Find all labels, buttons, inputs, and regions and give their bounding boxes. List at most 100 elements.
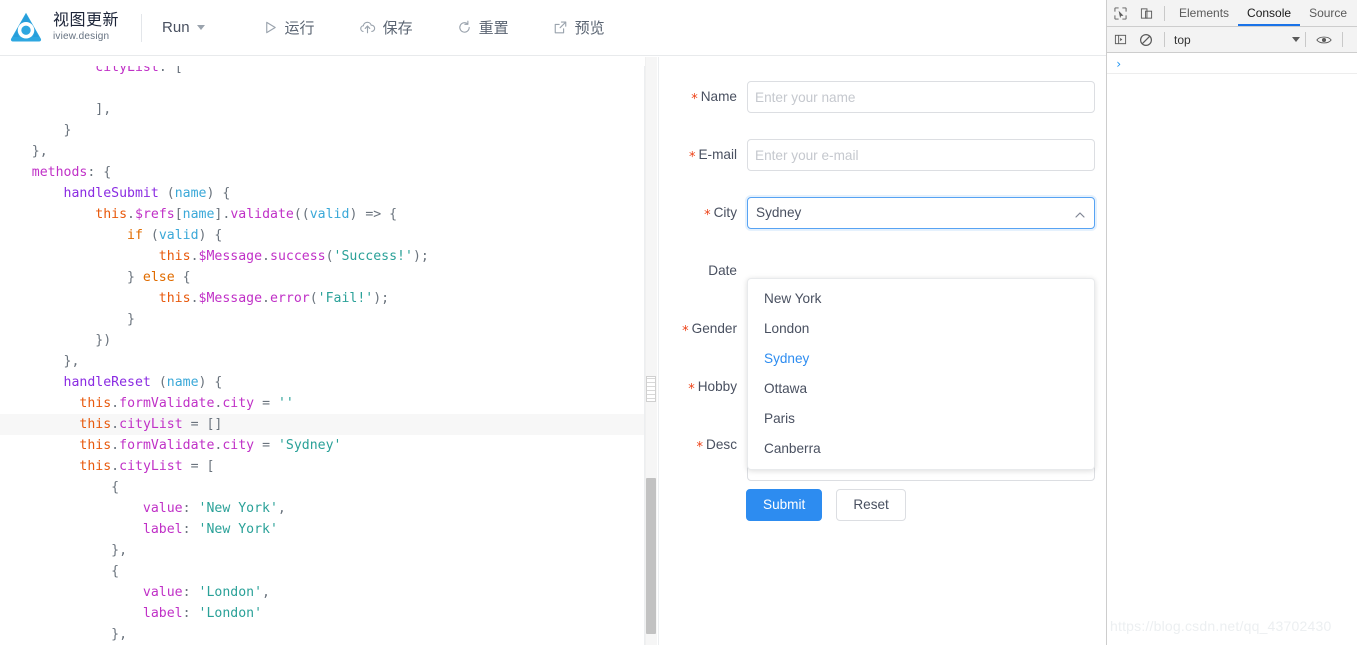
- iview-logo-icon: [10, 12, 42, 41]
- console-sidebar-toggle-button[interactable]: [1107, 27, 1133, 53]
- city-option[interactable]: Sydney: [748, 344, 1094, 374]
- field-city: Sydney: [747, 197, 1095, 229]
- label-email: * E-mail: [688, 147, 737, 165]
- label-hobby: * Hobby: [688, 379, 737, 397]
- city-select-value: Sydney: [756, 205, 802, 220]
- device-toggle-icon: [1140, 7, 1152, 19]
- reset-form-button[interactable]: Reset: [836, 489, 906, 521]
- code-line: this.cityList = []: [0, 414, 644, 435]
- tab-sources[interactable]: Source: [1300, 0, 1356, 26]
- console-toolbar-separator: [1164, 32, 1165, 47]
- required-star-icon: *: [704, 208, 711, 223]
- code-line: this.$refs[name].validate((valid) => {: [95, 207, 398, 222]
- email-input[interactable]: [747, 139, 1095, 171]
- code-line: this.cityList = [: [79, 459, 215, 474]
- live-expression-button[interactable]: [1311, 27, 1337, 53]
- editor-scrollbar-thumb[interactable]: [646, 478, 656, 634]
- inspect-cursor-icon: [1113, 6, 1127, 20]
- code-editor[interactable]: cityList: [ ], } }, methods: { handleSub…: [0, 57, 645, 645]
- clear-console-button[interactable]: [1133, 27, 1159, 53]
- required-star-icon: *: [691, 92, 698, 107]
- chevron-down-icon: [196, 25, 205, 30]
- app-root: 视图更新 iview.design Run 运行 保存 重置 预览 cityLi…: [0, 0, 1357, 645]
- console-output[interactable]: ›: [1107, 54, 1357, 645]
- toggle-device-toolbar-button[interactable]: [1133, 0, 1159, 26]
- clear-console-icon: [1139, 33, 1153, 46]
- preview-button[interactable]: 预览: [553, 17, 605, 38]
- city-option[interactable]: Paris: [748, 404, 1094, 434]
- run-mode-label: Run: [162, 19, 190, 36]
- app-header: 视图更新 iview.design Run 运行 保存 重置 预览: [0, 0, 1106, 56]
- city-option[interactable]: Canberra: [748, 434, 1094, 464]
- console-toolbar-separator-3: [1342, 32, 1343, 47]
- run-button[interactable]: 运行: [263, 17, 315, 38]
- eye-icon: [1316, 36, 1332, 43]
- code-line: {: [0, 480, 120, 495]
- code-line: },: [0, 627, 128, 642]
- refresh-icon: [458, 20, 470, 33]
- console-toolbar: top: [1107, 27, 1357, 53]
- brand-logo[interactable]: 视图更新 iview.design: [0, 10, 119, 46]
- upload-cloud-icon: [359, 21, 375, 34]
- required-star-icon: *: [696, 440, 704, 455]
- form-actions: Submit Reset: [746, 489, 906, 521]
- run-button-label: 运行: [284, 20, 315, 37]
- external-link-icon: [554, 21, 566, 34]
- city-select-dropdown[interactable]: New York London Sydney Ottawa Paris Canberra: [747, 278, 1095, 470]
- city-select[interactable]: Sydney: [747, 197, 1095, 229]
- reset-button-label: 重置: [478, 20, 509, 37]
- code-line: this.$Message.success('Success!');: [158, 249, 429, 264]
- editor-scrollbar-marker: [646, 376, 656, 402]
- label-name: * Name: [691, 89, 737, 107]
- code-line: label: 'London': [142, 606, 263, 621]
- brand-text: 视图更新 iview.design: [53, 12, 119, 43]
- code-line: ],: [0, 102, 112, 117]
- code-line: }): [0, 333, 112, 348]
- inspect-element-button[interactable]: [1107, 0, 1133, 26]
- code-line: } else {: [0, 270, 191, 285]
- header-divider: [141, 13, 143, 42]
- code-content: cityList: [ ], } }, methods: { handleSub…: [0, 57, 644, 645]
- code-line: this.formValidate.city = '': [79, 396, 294, 411]
- header-actions: 运行 保存 重置 预览: [263, 17, 649, 38]
- name-input[interactable]: [747, 81, 1095, 113]
- code-line: {: [0, 564, 120, 579]
- tab-console[interactable]: Console: [1238, 0, 1301, 26]
- code-line: this.formValidate.city = 'Sydney': [79, 438, 342, 453]
- required-star-icon: *: [688, 150, 696, 165]
- code-line: value: 'London',: [142, 585, 270, 600]
- console-context-selector[interactable]: top: [1174, 33, 1292, 47]
- code-line: handleReset (name) {: [63, 375, 223, 390]
- code-line: }: [0, 123, 72, 138]
- save-button-label: 保存: [382, 20, 413, 37]
- reset-button[interactable]: 重置: [457, 17, 509, 38]
- label-city: * City: [704, 205, 737, 223]
- devtools-panel: Elements Console Source top ›: [1106, 0, 1357, 645]
- code-line: }: [0, 312, 135, 327]
- code-line: handleSubmit (name) {: [63, 186, 231, 201]
- code-line: if (valid) {: [127, 228, 223, 243]
- submit-button[interactable]: Submit: [746, 489, 823, 521]
- chevron-down-icon[interactable]: [1292, 37, 1300, 42]
- play-icon: [265, 21, 276, 34]
- label-gender: * Gender: [682, 321, 737, 339]
- save-button[interactable]: 保存: [359, 17, 413, 38]
- city-option[interactable]: London: [748, 314, 1094, 344]
- tab-elements[interactable]: Elements: [1170, 0, 1238, 26]
- code-line: this.$Message.error('Fail!');: [158, 291, 390, 306]
- console-prompt-row[interactable]: ›: [1107, 54, 1357, 74]
- run-mode-dropdown[interactable]: Run: [160, 15, 207, 40]
- devtools-toolbar-separator: [1164, 5, 1165, 21]
- console-prompt-arrow-icon: ›: [1115, 56, 1123, 71]
- code-line: },: [0, 354, 80, 369]
- label-date: Date: [708, 263, 737, 278]
- devtools-tabbar: Elements Console Source: [1107, 0, 1357, 27]
- city-option[interactable]: New York: [748, 284, 1094, 314]
- editor-top-clip: [0, 57, 645, 66]
- city-option[interactable]: Ottawa: [748, 374, 1094, 404]
- chevron-up-icon: [1075, 212, 1085, 218]
- code-line: label: 'New York': [142, 522, 278, 537]
- field-name: [747, 81, 1095, 113]
- brand-subtitle: iview.design: [53, 31, 110, 43]
